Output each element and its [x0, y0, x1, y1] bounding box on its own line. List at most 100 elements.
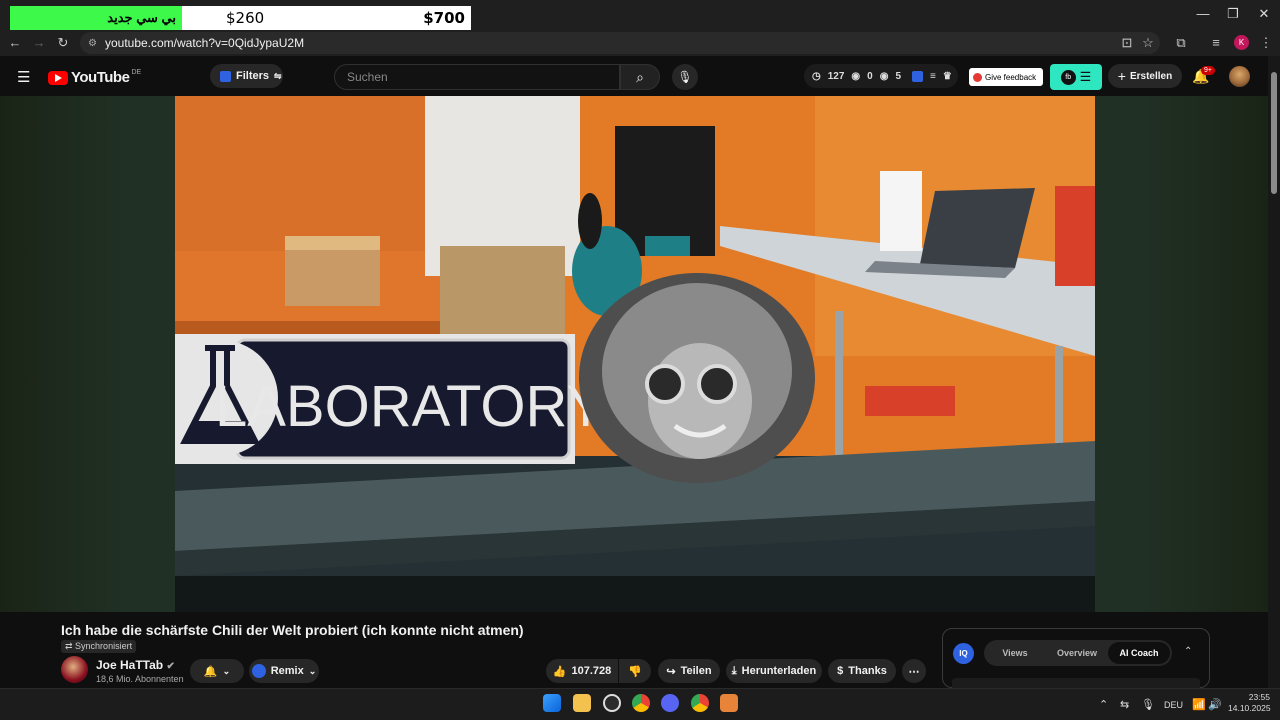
user-avatar[interactable]: [1229, 66, 1250, 87]
list-icon[interactable]: ≡: [930, 71, 936, 82]
video-player[interactable]: LABORATORY: [175, 96, 1095, 612]
reading-list-icon[interactable]: ≡: [1207, 35, 1225, 50]
feedback-label: Give feedback: [985, 72, 1037, 82]
discord-icon[interactable]: [661, 694, 679, 712]
thanks-label: Thanks: [848, 665, 887, 677]
collapse-chevron-icon[interactable]: ⌃: [1184, 646, 1192, 657]
tab-overview[interactable]: Overview: [1046, 648, 1108, 658]
chrome-icon[interactable]: [632, 694, 650, 712]
chrome-profile-icon[interactable]: [691, 694, 709, 712]
like-button[interactable]: 👍 107.728: [546, 659, 618, 683]
notification-count-badge: 9+: [1201, 66, 1215, 75]
extension-stats-bar: ◷ 127 ◉ 0 ◉ 5 ≡ ♛: [804, 64, 958, 88]
sliders-icon: ⇋: [274, 70, 282, 81]
search-button[interactable]: ⌕: [620, 64, 660, 90]
plus-icon: +: [1117, 68, 1126, 84]
channel-name-text: Joe HaTTab: [96, 658, 164, 672]
side-panel-body: [952, 678, 1200, 688]
tab-views[interactable]: Views: [984, 648, 1046, 658]
stat-views: 127: [827, 70, 845, 82]
share-label: Teilen: [680, 665, 712, 677]
promo-arabic-text: بي سي جديد: [10, 6, 182, 30]
close-window-button[interactable]: ✕: [1249, 6, 1279, 22]
reload-icon[interactable]: ↻: [54, 35, 72, 51]
eye-icon-2: ◉: [879, 70, 889, 82]
voice-search-button[interactable]: 🎙: [672, 64, 698, 90]
promo-prices: $260 $700: [182, 6, 471, 30]
stat-likes: 0: [867, 70, 873, 82]
browser-menu-icon[interactable]: ⋮: [1257, 35, 1275, 51]
laboratory-sign-text: LABORATORY: [215, 374, 605, 439]
eye-icon: ◉: [851, 70, 861, 82]
tray-chevron-up-icon[interactable]: ⌃: [1099, 698, 1108, 711]
clock-time: 23:55: [1248, 692, 1270, 702]
thumbs-up-icon: 👍: [552, 665, 567, 678]
side-panel-tabs: Views Overview AI Coach: [984, 640, 1172, 666]
promo-banner[interactable]: بي سي جديد $260 $700: [10, 6, 471, 30]
tray-network-apps-icon[interactable]: ⇆: [1120, 698, 1129, 711]
youtube-logo[interactable]: YouTube DE: [48, 69, 141, 86]
more-actions-button[interactable]: ⋯: [902, 659, 926, 683]
iq-badge-icon[interactable]: [912, 70, 924, 82]
sync-icon: ⇄: [65, 641, 76, 651]
give-feedback-button[interactable]: Give feedback: [969, 68, 1043, 86]
video-title: Ich habe die schärfste Chili der Welt pr…: [61, 622, 524, 638]
tray-microphone-icon[interactable]: 🎙: [1141, 698, 1155, 711]
volume-icon[interactable]: 🔊: [1208, 698, 1222, 711]
forward-arrow-icon[interactable]: →: [30, 35, 48, 50]
menu-lines-icon: ☰: [1079, 69, 1092, 84]
windows-start-icon[interactable]: [543, 694, 561, 712]
iq-remix-icon: [251, 664, 266, 678]
clock[interactable]: 23:55 14.10.2025: [1228, 692, 1271, 714]
remix-button[interactable]: Remix ⌄: [249, 659, 319, 683]
dislike-button[interactable]: 👎: [619, 659, 651, 683]
restore-button[interactable]: ❐: [1218, 6, 1248, 22]
youtube-play-icon: [48, 70, 68, 85]
share-arrow-icon: ↪: [666, 665, 676, 678]
url-text: youtube.com/watch?v=0QidJypaU2M: [104, 36, 305, 50]
thumbs-down-icon: 👎: [628, 665, 642, 678]
file-explorer-icon[interactable]: [573, 694, 591, 712]
thanks-button[interactable]: $ Thanks: [828, 659, 896, 683]
download-icon: ⤓: [731, 664, 737, 677]
address-bar[interactable]: ⚙ youtube.com/watch?v=0QidJypaU2M: [80, 32, 1160, 54]
stat-other: 5: [895, 70, 902, 82]
verified-check-icon: ✔: [166, 661, 175, 672]
bookmark-star-icon[interactable]: ☆: [1139, 35, 1157, 51]
install-app-icon[interactable]: ⊡: [1118, 35, 1136, 51]
trophy-icon[interactable]: ♛: [943, 71, 952, 82]
tab-ai-coach[interactable]: AI Coach: [1108, 642, 1170, 664]
sync-label: Synchronisiert: [75, 641, 133, 651]
promo-price-right: $700: [423, 9, 465, 27]
feedback-logo-icon: [973, 72, 982, 82]
search-input[interactable]: Suchen: [334, 64, 620, 90]
share-button[interactable]: ↪ Teilen: [658, 659, 720, 683]
iq-logo: IQ: [953, 643, 974, 664]
iq-icon: [220, 70, 231, 82]
minimize-button[interactable]: —: [1188, 6, 1218, 21]
search-icon: ⌕: [636, 68, 644, 85]
extension-menu-button[interactable]: fb ☰: [1050, 64, 1102, 90]
region-code: DE: [131, 69, 142, 76]
scrollbar-thumb[interactable]: [1271, 72, 1277, 194]
input-language[interactable]: DEU: [1164, 700, 1183, 710]
back-arrow-icon[interactable]: ←: [6, 35, 24, 50]
sync-badge: ⇄ Synchronisiert: [61, 640, 137, 653]
wifi-icon[interactable]: 📶: [1192, 698, 1206, 711]
app-icon[interactable]: [603, 694, 621, 712]
promo-price-left: $260: [226, 9, 265, 27]
profile-avatar[interactable]: K: [1234, 35, 1249, 50]
extensions-icon[interactable]: ⧉: [1172, 35, 1190, 51]
hamburger-menu-icon[interactable]: ☰: [17, 68, 30, 86]
site-info-icon[interactable]: ⚙: [88, 38, 97, 49]
filters-button[interactable]: Filters ⇋: [210, 64, 283, 88]
video-frame-illustration: LABORATORY: [175, 96, 1095, 612]
channel-name[interactable]: Joe HaTTab ✔: [96, 658, 175, 672]
thanks-dollar-icon: $: [837, 665, 844, 677]
download-button[interactable]: ⤓ Herunterladen: [726, 659, 822, 683]
create-button[interactable]: + Erstellen: [1108, 64, 1182, 88]
subscription-bell-button[interactable]: 🔔 ⌄: [190, 659, 244, 683]
channel-avatar[interactable]: [61, 656, 88, 683]
extension-logo-icon: fb: [1060, 69, 1076, 85]
vlc-like-icon[interactable]: [720, 694, 738, 712]
